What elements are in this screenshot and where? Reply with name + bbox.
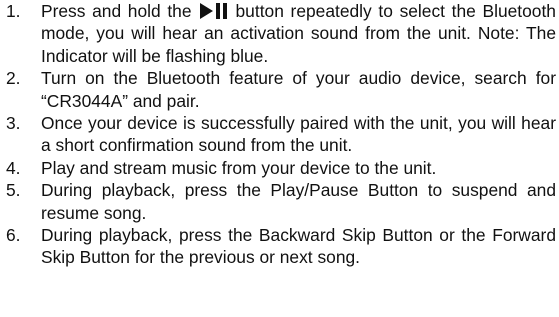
step-text: During playback, press the Backward Skip… [41, 225, 556, 268]
instruction-step-6: 6. During playback, press the Backward S… [0, 224, 559, 269]
instruction-step-1: 1. Press and hold the button repeatedly t… [0, 0, 559, 67]
step-text: Once your device is successfully paired … [41, 113, 556, 156]
step-text: Play and stream music from your device t… [41, 157, 437, 178]
play-pause-icon [199, 3, 228, 19]
step-number: 2. [6, 68, 21, 89]
step-text: Turn on the Bluetooth feature of your au… [41, 68, 556, 111]
step-text-before-icon: Press and hold the [41, 1, 192, 21]
step-number: 3. [6, 113, 21, 134]
step-number: 5. [6, 180, 21, 201]
instruction-step-4: 4. Play and stream music from your devic… [0, 157, 559, 179]
instruction-step-5: 5. During playback, press the Play/Pause… [0, 179, 559, 224]
step-text: During playback, press the Play/Pause Bu… [41, 180, 556, 223]
instruction-step-2: 2. Turn on the Bluetooth feature of your… [0, 67, 559, 112]
step-number: 4. [6, 157, 21, 178]
instruction-list: 1. Press and hold the button repeatedly t… [0, 0, 559, 269]
instruction-step-3: 3. Once your device is successfully pair… [0, 112, 559, 157]
step-number: 6. [6, 225, 21, 246]
step-number: 1. [6, 1, 21, 21]
